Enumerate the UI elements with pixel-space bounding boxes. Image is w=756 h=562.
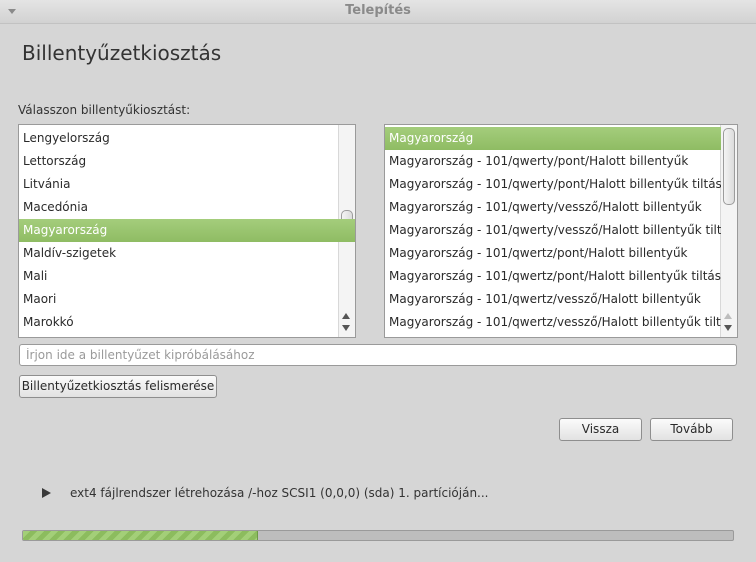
country-list-item[interactable]: Mali — [19, 265, 355, 288]
variant-list-scroll-thumb[interactable] — [723, 128, 735, 205]
country-list-item[interactable]: Maori — [19, 288, 355, 311]
installer-window: Telepítés Billentyűzetkiosztás Válasszon… — [0, 0, 756, 562]
variant-list-item[interactable]: Magyarország - 101/qwertz/pont/Halott bi… — [385, 265, 721, 288]
country-list-item[interactable]: Magyarország — [19, 219, 355, 242]
next-button[interactable]: Tovább — [650, 418, 733, 441]
expander-arrow-icon[interactable] — [42, 488, 51, 498]
variant-list-item[interactable]: Magyarország - 101/qwertz/pont/Halott bi… — [385, 242, 721, 265]
page-title: Billentyűzetkiosztás — [22, 41, 222, 65]
detect-layout-button[interactable]: Billentyűzetkiosztás felismerése — [19, 375, 217, 398]
status-text: ext4 fájlrendszer létrehozása /-hoz SCSI… — [70, 486, 489, 500]
window-title: Telepítés — [345, 3, 411, 18]
progress-bar — [22, 530, 734, 541]
variant-list-item[interactable]: Magyarország - 101/qwertz/vessző/Halott … — [385, 311, 721, 334]
variant-list-scrollbar[interactable] — [720, 125, 737, 337]
country-list-item[interactable]: Macedónia — [19, 196, 355, 219]
scroll-up-arrow-icon[interactable] — [724, 313, 732, 319]
scroll-down-arrow-icon[interactable] — [724, 325, 732, 331]
variant-list-item[interactable]: Magyarország - 101/qwerty/pont/Halott bi… — [385, 173, 721, 196]
country-list-item[interactable]: Marokkó — [19, 311, 355, 334]
country-list-item[interactable]: Lettország — [19, 150, 355, 173]
variant-list-item[interactable]: Magyarország - 101/qwerty/vessző/Halott … — [385, 196, 721, 219]
country-list-item[interactable]: Maldív-szigetek — [19, 242, 355, 265]
back-button[interactable]: Vissza — [559, 418, 642, 441]
variant-list-item[interactable]: Magyarország — [385, 127, 721, 150]
country-list-item[interactable]: Lengyelország — [19, 127, 355, 150]
country-list[interactable]: Lengyelország Lettország Litvánia Macedónia… — [18, 124, 356, 338]
variant-list-item[interactable]: Magyarország - 101/qwerty/pont/Halott bi… — [385, 150, 721, 173]
layout-prompt-label: Válasszon billentyűkiosztást: — [18, 103, 191, 117]
variant-list-item[interactable]: Magyarország - 101/qwertz/vessző/Halott … — [385, 288, 721, 311]
variant-list-item[interactable]: Magyarország - 101/qwerty/vessző/Halott … — [385, 219, 721, 242]
keyboard-test-input[interactable] — [19, 344, 737, 366]
country-list-item[interactable]: Litvánia — [19, 173, 355, 196]
variant-list[interactable]: Magyarország Magyarország - 101/qwerty/po… — [384, 124, 738, 338]
progress-bar-fill — [23, 531, 259, 540]
title-bar: Telepítés — [0, 0, 756, 24]
